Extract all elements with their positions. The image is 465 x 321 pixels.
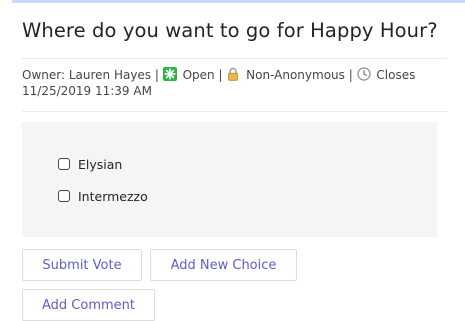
closes-datetime: 11/25/2019 11:39 AM <box>22 84 152 98</box>
anonymity-text: Non-Anonymous | <box>246 68 353 82</box>
poll-title: Where do you want to go for Happy Hour? <box>22 19 438 42</box>
add-comment-button[interactable]: Add Comment <box>22 289 155 321</box>
add-new-choice-button[interactable]: Add New Choice <box>150 249 297 281</box>
choices-panel: Elysian Intermezzo <box>22 122 437 237</box>
status-text: Open | <box>182 68 223 82</box>
choice-label: Elysian <box>78 156 123 172</box>
choice-item[interactable]: Elysian <box>58 155 122 173</box>
poll-meta: Owner: Lauren Hayes | Open | Non-Anonymo… <box>22 67 447 99</box>
choice-checkbox[interactable] <box>58 190 70 202</box>
submit-vote-button[interactable]: Submit Vote <box>22 249 142 281</box>
owner-text: Owner: Lauren Hayes | <box>22 68 159 82</box>
meta-divider <box>22 111 447 112</box>
choice-checkbox[interactable] <box>58 158 70 170</box>
clock-icon <box>356 67 371 81</box>
open-status-icon <box>162 67 177 81</box>
lock-icon <box>226 67 240 81</box>
closes-label: Closes <box>376 68 416 82</box>
poll-card: Where do you want to go for Happy Hour? … <box>12 0 465 321</box>
choice-item[interactable]: Intermezzo <box>58 187 148 205</box>
choice-label: Intermezzo <box>78 188 148 204</box>
title-divider <box>22 58 447 59</box>
